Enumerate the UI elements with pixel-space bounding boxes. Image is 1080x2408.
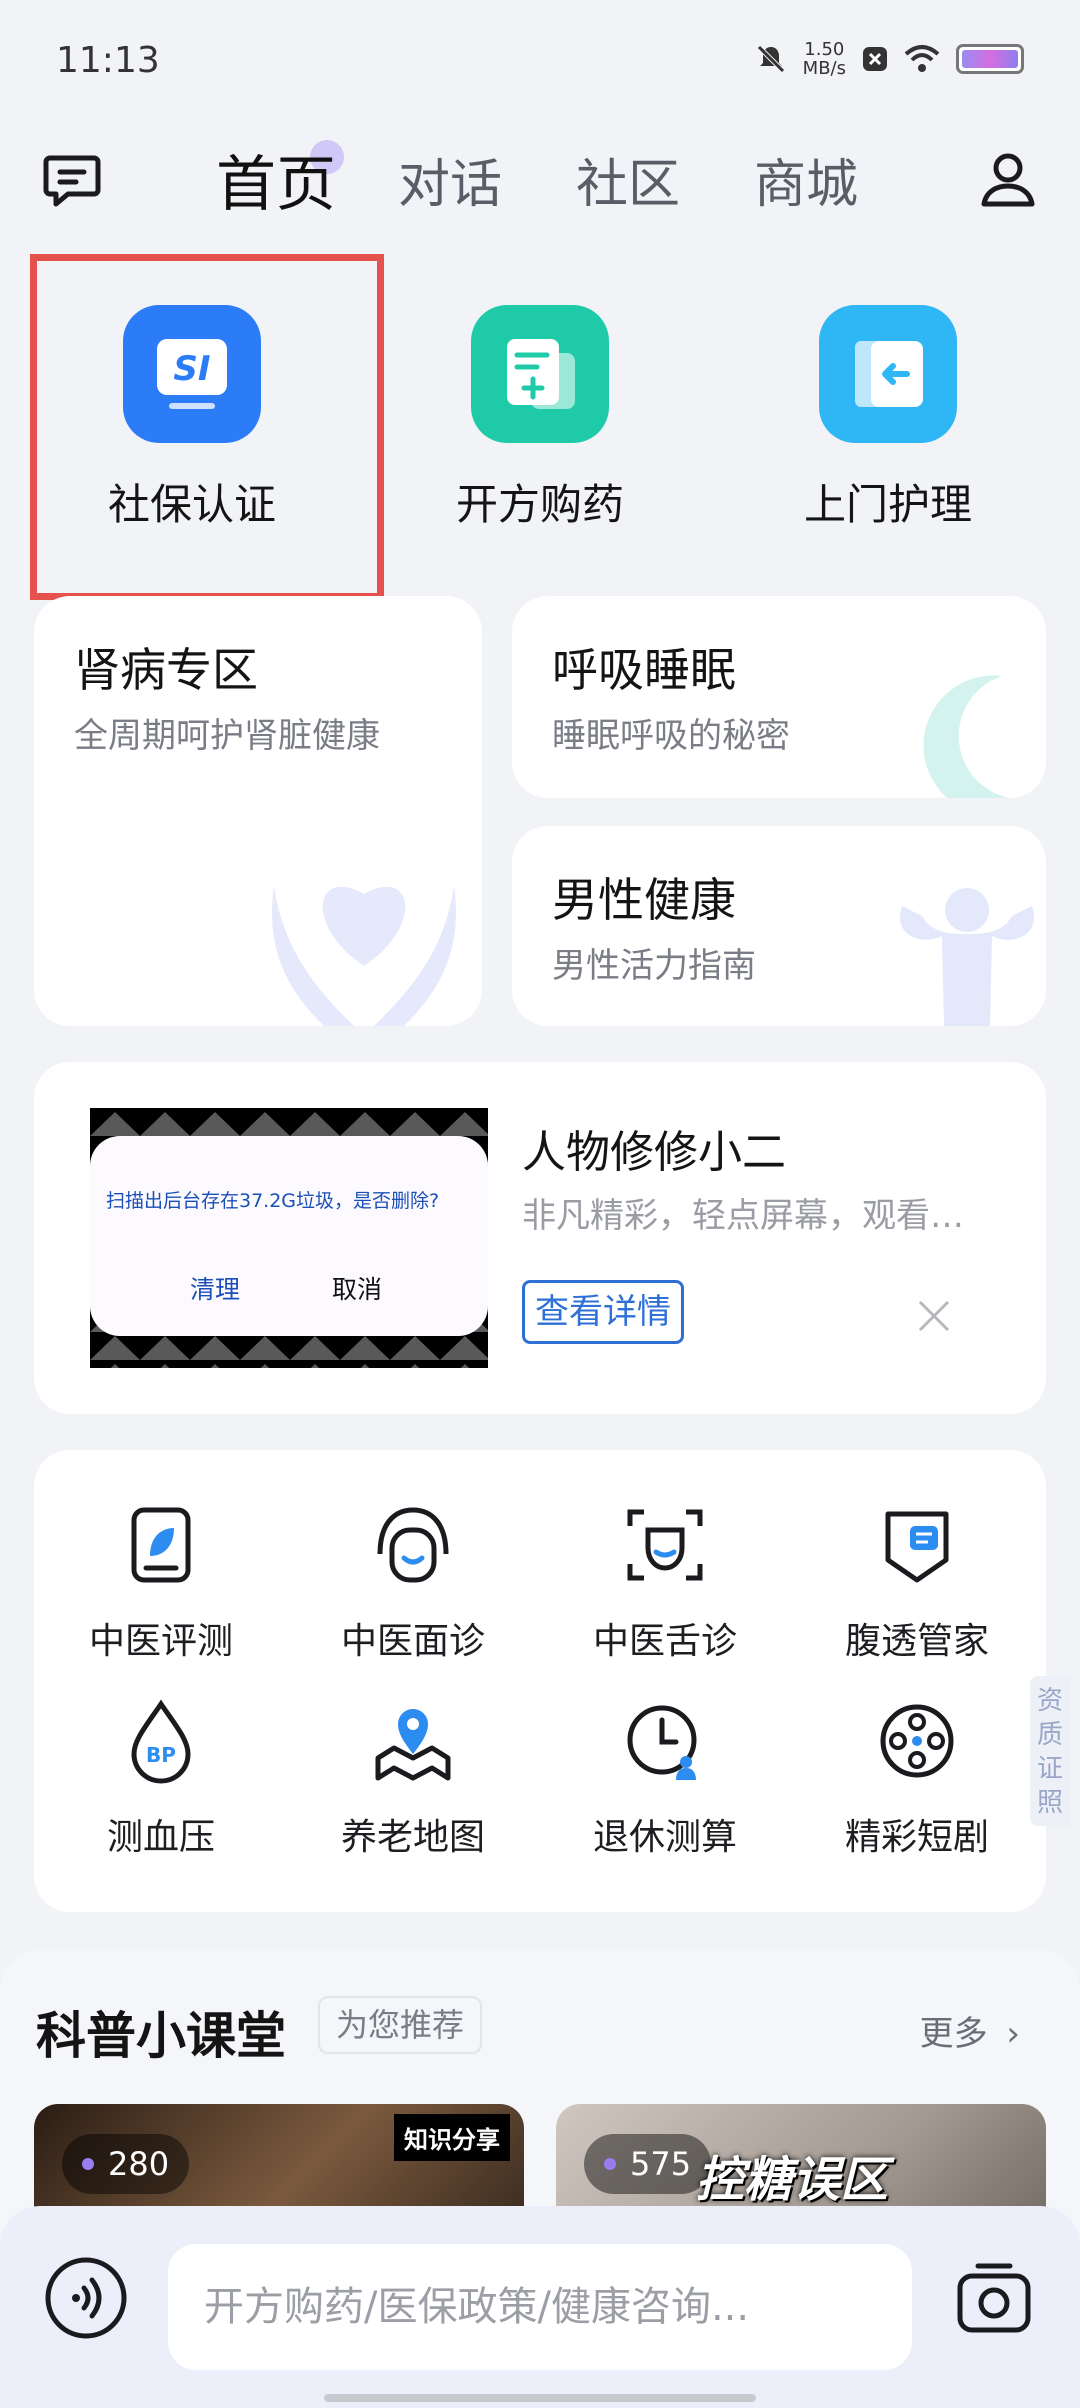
ad-subtitle: 非凡精彩，轻点屏幕，观看… — [522, 1196, 964, 1236]
qualification-tab[interactable]: 资质证照 — [1030, 1676, 1070, 1826]
status-icons: 1.50 MB/s — [755, 40, 1024, 78]
sleep-card[interactable]: 呼吸睡眠 睡眠呼吸的秘密 z z — [512, 596, 1046, 798]
close-icon[interactable] — [914, 1296, 954, 1336]
service-elderly-map[interactable]: 养老地图 — [303, 1696, 523, 1860]
more-link[interactable]: 更多 › — [920, 2006, 1020, 2055]
film-reel-icon — [880, 1704, 954, 1778]
battery-icon — [956, 44, 1024, 74]
card-title: 肾病专区 — [74, 643, 258, 697]
dialysis-icon — [885, 1511, 949, 1583]
ad-image: 扫描出后台存在37.2G垃圾，是否删除? 清理 取消 — [90, 1108, 488, 1368]
ad-title: 人物修修小二 — [522, 1127, 786, 1178]
ad-card[interactable]: 扫描出后台存在37.2G垃圾，是否删除? 清理 取消 人物修修小二 非凡精彩，轻… — [34, 1062, 1046, 1414]
blood-pressure-icon: BP — [131, 1699, 191, 1784]
voice-icon[interactable] — [44, 2256, 128, 2340]
tcm-assessment-icon — [131, 1507, 191, 1583]
prescription-icon — [471, 305, 609, 443]
message-icon[interactable] — [40, 148, 104, 212]
male-health-card[interactable]: 男性健康 男性活力指南 — [512, 826, 1046, 1026]
app-notification-icon — [863, 47, 887, 71]
map-icon — [375, 1709, 451, 1781]
recommend-chip[interactable]: 为您推荐 — [318, 1996, 483, 2054]
face-diagnosis-icon — [377, 1507, 449, 1583]
svg-text:BP: BP — [146, 1743, 176, 1767]
tongue-diagnosis-icon — [627, 1509, 703, 1581]
home-care-icon — [819, 305, 957, 443]
profile-icon[interactable] — [976, 148, 1040, 212]
service-short-drama[interactable]: 精彩短剧 — [807, 1696, 1027, 1860]
card-subtitle: 睡眠呼吸的秘密 — [552, 716, 790, 756]
svg-text:z: z — [1002, 699, 1019, 734]
video-tag: 知识分享 — [394, 2114, 510, 2161]
highlight-box — [30, 254, 384, 600]
service-face-diagnosis[interactable]: 中医面诊 — [303, 1500, 523, 1664]
service-retirement-calc[interactable]: 退休测算 — [555, 1696, 775, 1860]
card-title: 呼吸睡眠 — [552, 643, 736, 697]
tab-chat[interactable]: 对话 — [398, 142, 502, 217]
kidney-card[interactable]: 肾病专区 全周期呵护肾脏健康 — [34, 596, 482, 1026]
quick-label: 开方购药 — [455, 480, 624, 529]
ad-image-dialog: 扫描出后台存在37.2G垃圾，是否删除? 清理 取消 — [90, 1136, 488, 1336]
top-nav: 首页 对话 社区 商城 — [0, 130, 1080, 230]
camera-icon[interactable] — [954, 2258, 1034, 2338]
home-indicator — [324, 2394, 756, 2402]
service-grid: 中医评测 中医面诊 中医舌诊 腹透管家 BP 测血压 养老地图 退休测算 精彩短… — [34, 1450, 1046, 1912]
service-tcm-assessment[interactable]: 中医评测 — [51, 1500, 271, 1664]
service-dialysis[interactable]: 腹透管家 — [807, 1500, 1027, 1664]
service-blood-pressure[interactable]: BP 测血压 — [51, 1696, 271, 1860]
video-tag: 控糖误区 — [696, 2152, 889, 2208]
mute-icon — [756, 45, 785, 73]
service-tongue-diagnosis[interactable]: 中医舌诊 — [555, 1500, 775, 1664]
view-details-button[interactable]: 查看详情 — [522, 1280, 684, 1344]
status-time: 11:13 — [56, 40, 160, 81]
view-count-badge: 280 — [62, 2134, 190, 2194]
search-input[interactable] — [168, 2244, 912, 2370]
quick-prescription[interactable]: 开方购药 — [410, 305, 670, 532]
section-title: 科普小课堂 — [36, 2007, 286, 2065]
svg-text:z: z — [1026, 689, 1039, 714]
bottom-input-bar — [0, 2206, 1080, 2408]
quick-label: 上门护理 — [803, 480, 972, 529]
clock-icon — [627, 1705, 697, 1780]
moon-icon: z z — [923, 675, 1042, 798]
net-speed: 1.50 MB/s — [802, 39, 846, 79]
card-title: 男性健康 — [552, 873, 736, 927]
view-count-badge: 575 — [584, 2134, 712, 2194]
muscle-icon — [900, 888, 1034, 1026]
tab-community[interactable]: 社区 — [576, 142, 680, 217]
status-bar: 11:13 1.50 MB/s — [0, 0, 1080, 120]
wifi-icon — [904, 45, 940, 72]
chevron-right-icon: › — [1006, 2014, 1020, 2054]
quick-home-care[interactable]: 上门护理 — [758, 305, 1018, 532]
card-subtitle: 男性活力指南 — [552, 946, 756, 986]
tab-mall[interactable]: 商城 — [754, 142, 858, 217]
card-subtitle: 全周期呵护肾脏健康 — [74, 716, 380, 756]
tab-home[interactable]: 首页 — [216, 136, 336, 223]
heart-hands-icon — [272, 886, 456, 1026]
